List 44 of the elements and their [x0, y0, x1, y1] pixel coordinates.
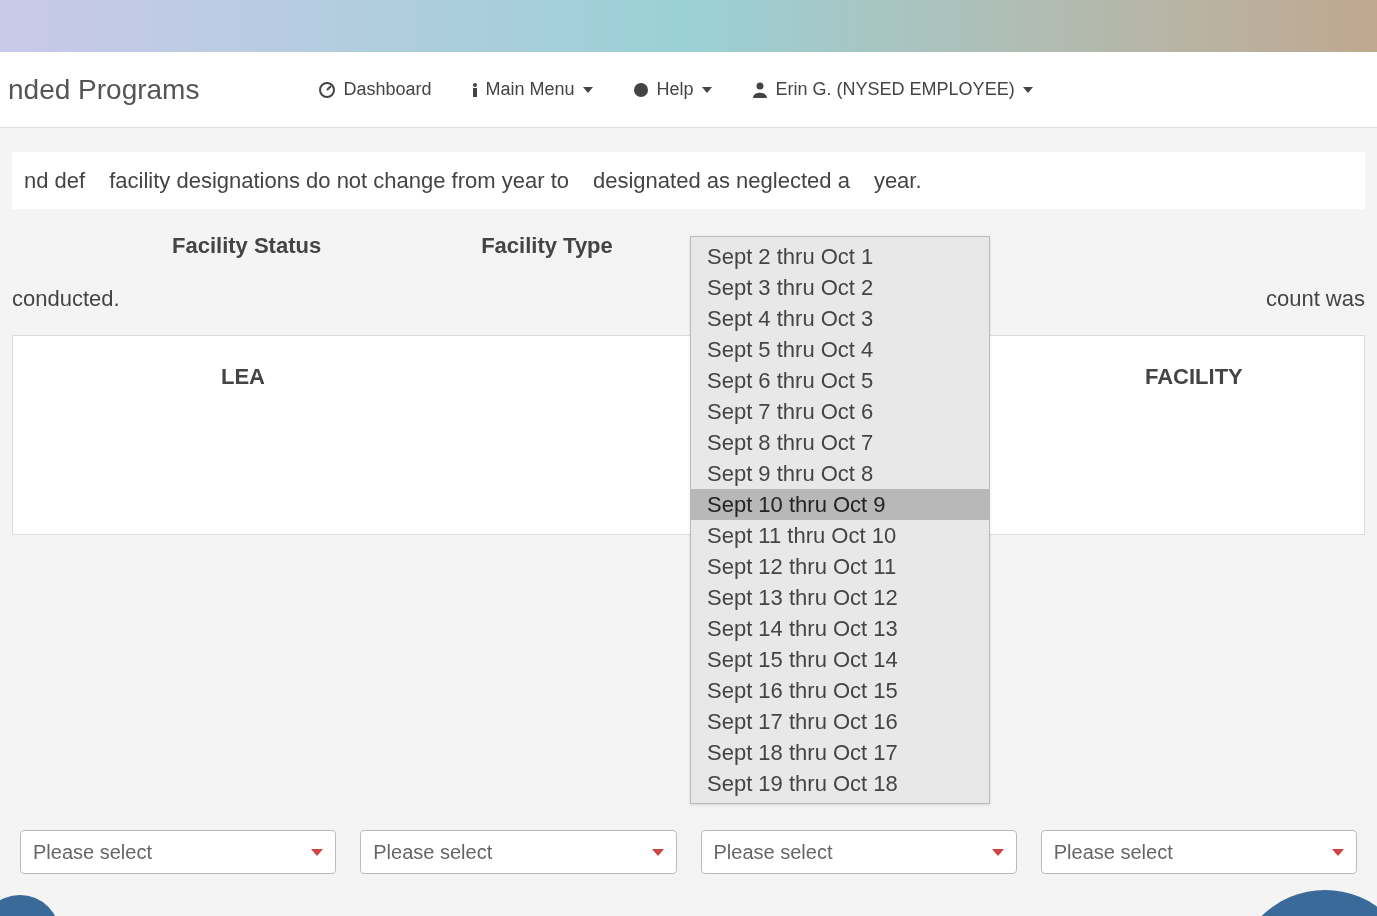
- gauge-icon: [319, 81, 336, 98]
- caret-icon: [651, 848, 664, 856]
- select-field[interactable]: Please select: [360, 830, 677, 874]
- select-field[interactable]: Please select: [20, 830, 337, 874]
- dropdown-option[interactable]: Sept 19 thru Oct 18: [691, 768, 989, 799]
- notice-text: designated as neglected a: [593, 167, 850, 195]
- caret-icon: [991, 848, 1004, 856]
- dropdown-option[interactable]: Sept 9 thru Oct 8: [691, 458, 989, 489]
- dropdown-option[interactable]: Sept 12 thru Oct 11: [691, 551, 989, 582]
- dropdown-option[interactable]: Sept 2 thru Oct 1: [691, 241, 989, 272]
- dropdown-option[interactable]: Sept 14 thru Oct 13: [691, 613, 989, 644]
- dropdown-option[interactable]: Sept 5 thru Oct 4: [691, 334, 989, 365]
- dropdown-option[interactable]: Sept 7 thru Oct 6: [691, 396, 989, 427]
- dropdown-option[interactable]: Sept 13 thru Oct 12: [691, 582, 989, 613]
- notice-text: facility designations do not change from year to: [109, 167, 569, 195]
- dropdown-option[interactable]: Sept 4 thru Oct 3: [691, 303, 989, 334]
- caret-icon: [1332, 848, 1344, 856]
- dropdown-option[interactable]: Sept 6 thru Oct 5: [691, 365, 989, 396]
- info-icon: [471, 81, 478, 98]
- select-field[interactable]: Please select: [1040, 830, 1357, 874]
- dropdown-option[interactable]: Sept 16 thru Oct 15: [691, 675, 989, 706]
- column-header: LEA: [221, 363, 265, 391]
- user-icon: [751, 81, 768, 98]
- dropdown-option[interactable]: Sept 3 thru Oct 2: [691, 272, 989, 303]
- notice-text: nd def: [24, 167, 86, 195]
- dropdown-option[interactable]: Sept 17 thru Oct 16: [691, 706, 989, 737]
- nav-link[interactable]: Dashboard: [319, 76, 432, 103]
- dropdown-option[interactable]: Sept 18 thru Oct 17: [691, 737, 989, 768]
- dropdown-option[interactable]: Sept 10 thru Oct 9: [691, 489, 989, 520]
- notice-text: year.: [873, 167, 922, 195]
- dropdown-option[interactable]: Sept 15 thru Oct 14: [691, 644, 989, 675]
- column-header: FACILITY: [1145, 363, 1243, 391]
- note-text: count was: [1265, 285, 1365, 313]
- note-text: conducted.: [12, 285, 120, 313]
- dropdown-option[interactable]: Sept 11 thru Oct 10: [691, 520, 989, 551]
- nav-link[interactable]: Help: [632, 76, 712, 103]
- select-field[interactable]: Please select: [700, 830, 1017, 874]
- field-label: Facility Status: [172, 232, 322, 260]
- caret-icon: [311, 848, 324, 856]
- nav-link[interactable]: Erin G. (NYSED EMPLOYEE): [751, 76, 1033, 103]
- app-title: nded Programs: [8, 72, 200, 107]
- field-label: Facility Type: [481, 232, 613, 260]
- nav-link[interactable]: Main Menu: [471, 76, 593, 103]
- dropdown-option[interactable]: Sept 8 thru Oct 7: [691, 427, 989, 458]
